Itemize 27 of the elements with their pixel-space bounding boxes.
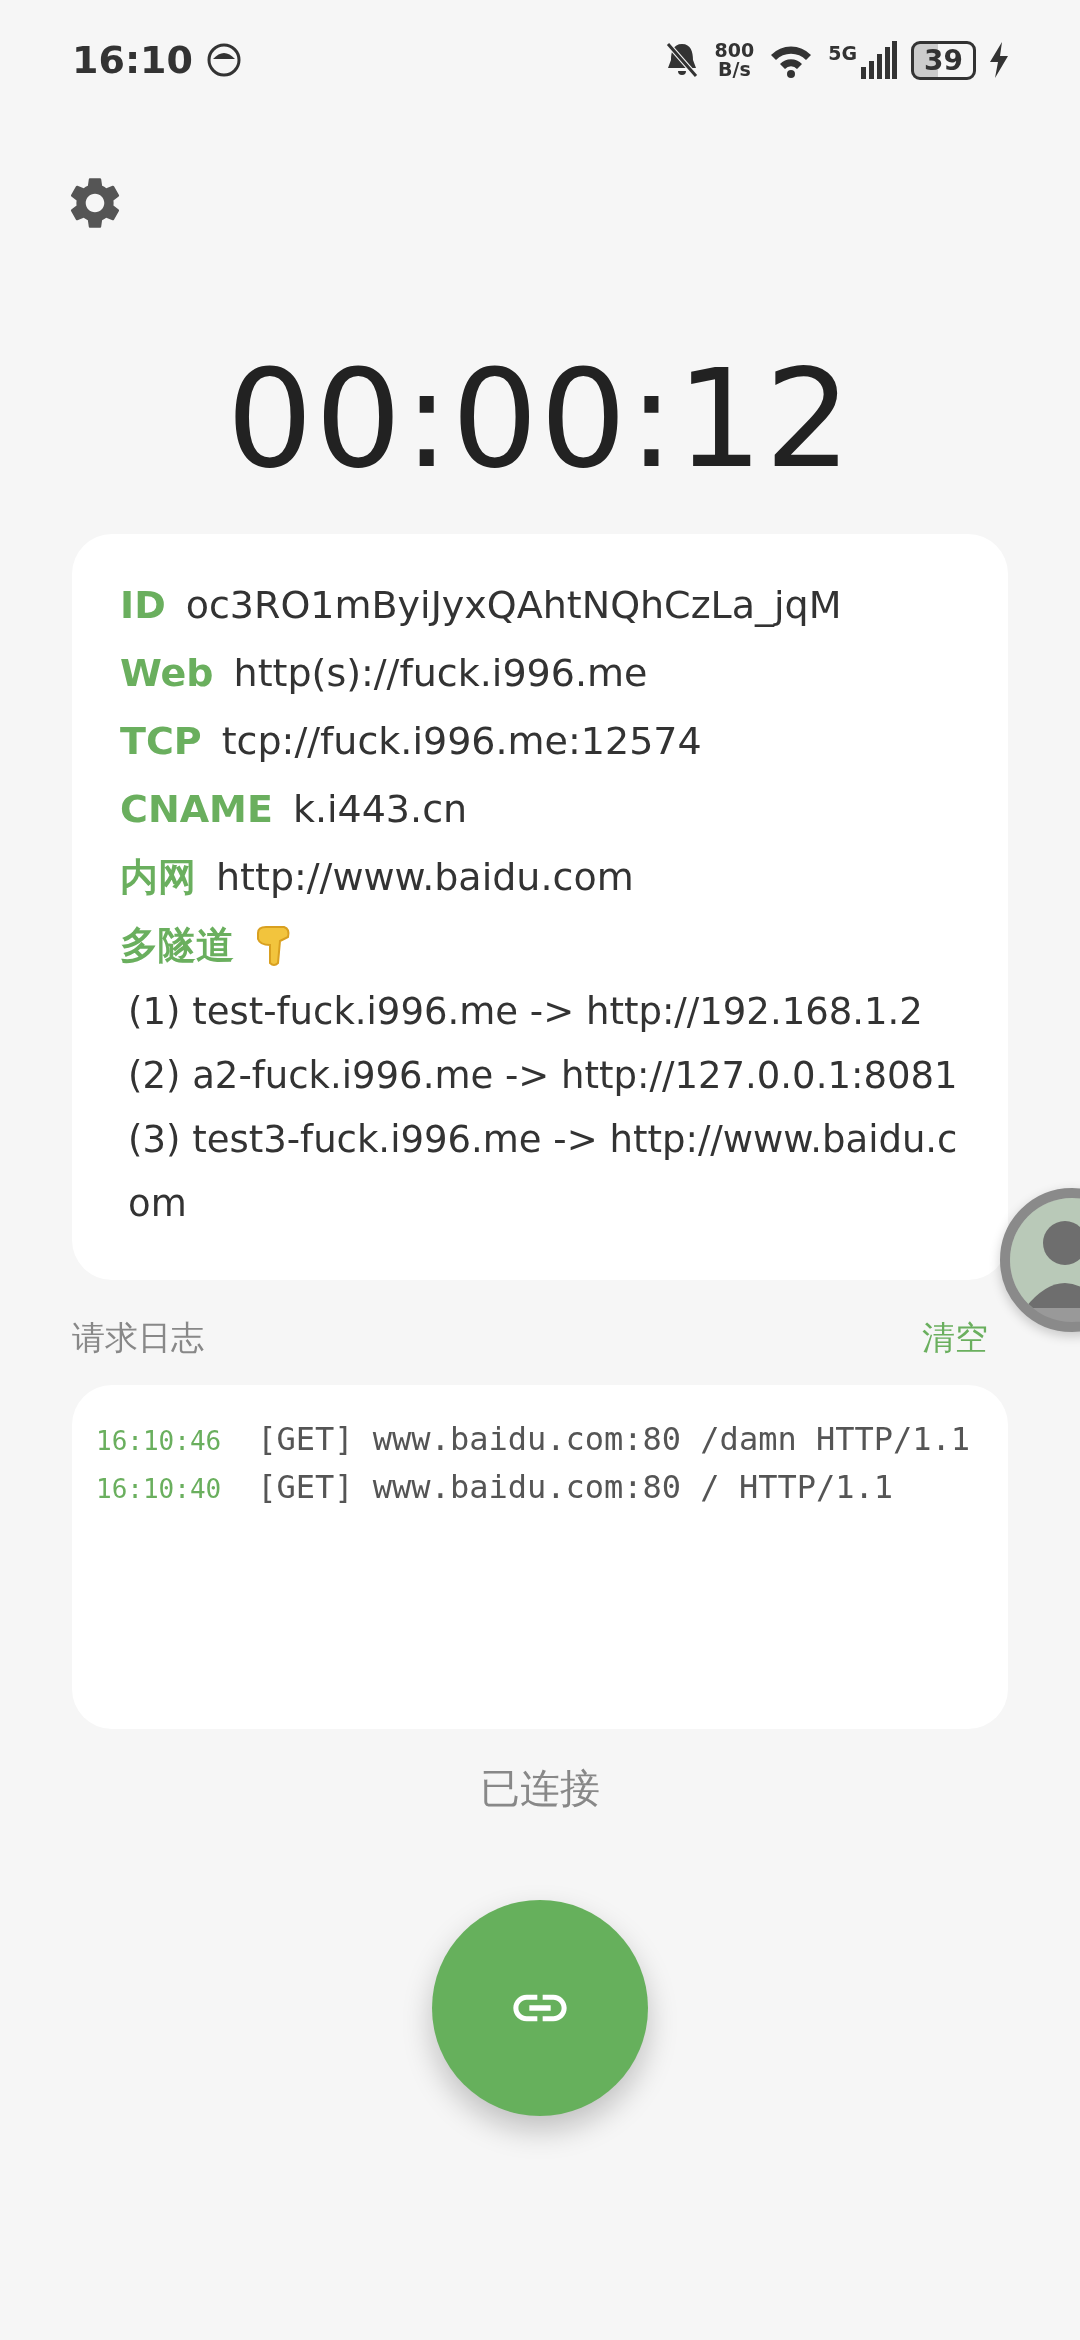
- connection-status: 已连接: [479, 1764, 601, 1813]
- log-title: 请求日志: [72, 1317, 204, 1359]
- log-entry: 16:10:40 [GET] www.baidu.com:80 / HTTP/1.1: [96, 1469, 894, 1507]
- clock-time: 16:10: [72, 38, 193, 82]
- tunnel-entry: (3) test3-fuck.i996.me -> http://www.baidu.com: [127, 1117, 959, 1227]
- network-type: 5G: [828, 42, 858, 64]
- info-value: k.i443.cn: [292, 787, 468, 831]
- info-value: tcp://fuck.i996.me:12574: [221, 719, 702, 763]
- elapsed-timer: 00:00:12: [225, 340, 855, 498]
- info-label: 内网: [120, 853, 196, 901]
- info-value: http://www.baidu.com: [216, 855, 634, 899]
- clear-button[interactable]: 清空: [922, 1316, 1008, 1361]
- face-icon: [206, 43, 241, 77]
- log-entry: 16:10:46 [GET] www.baidu.com:80 /damn HTTP/1.1: [96, 1421, 972, 1459]
- tunnels-label: 多隧道: [120, 921, 234, 969]
- battery-level: 39: [911, 40, 976, 80]
- tunnel-entry: (2) a2-fuck.i996.me -> http://127.0.0.1:8081: [127, 1053, 959, 1099]
- info-label: CNAME: [120, 787, 273, 831]
- info-label: ID: [120, 583, 166, 627]
- speed-unit: B/s: [718, 60, 751, 79]
- tunnel-entry: (1) test-fuck.i996.me -> http://192.168.1.2: [127, 989, 924, 1035]
- info-value: http(s)://fuck.i996.me: [233, 651, 648, 695]
- info-label: Web: [120, 651, 214, 695]
- info-label: TCP: [120, 719, 202, 763]
- info-value: oc3RO1mByiJyxQAhtNQhCzLa_jqM: [185, 583, 842, 627]
- signal-icon: [861, 41, 898, 79]
- speed-value: 800: [714, 41, 755, 60]
